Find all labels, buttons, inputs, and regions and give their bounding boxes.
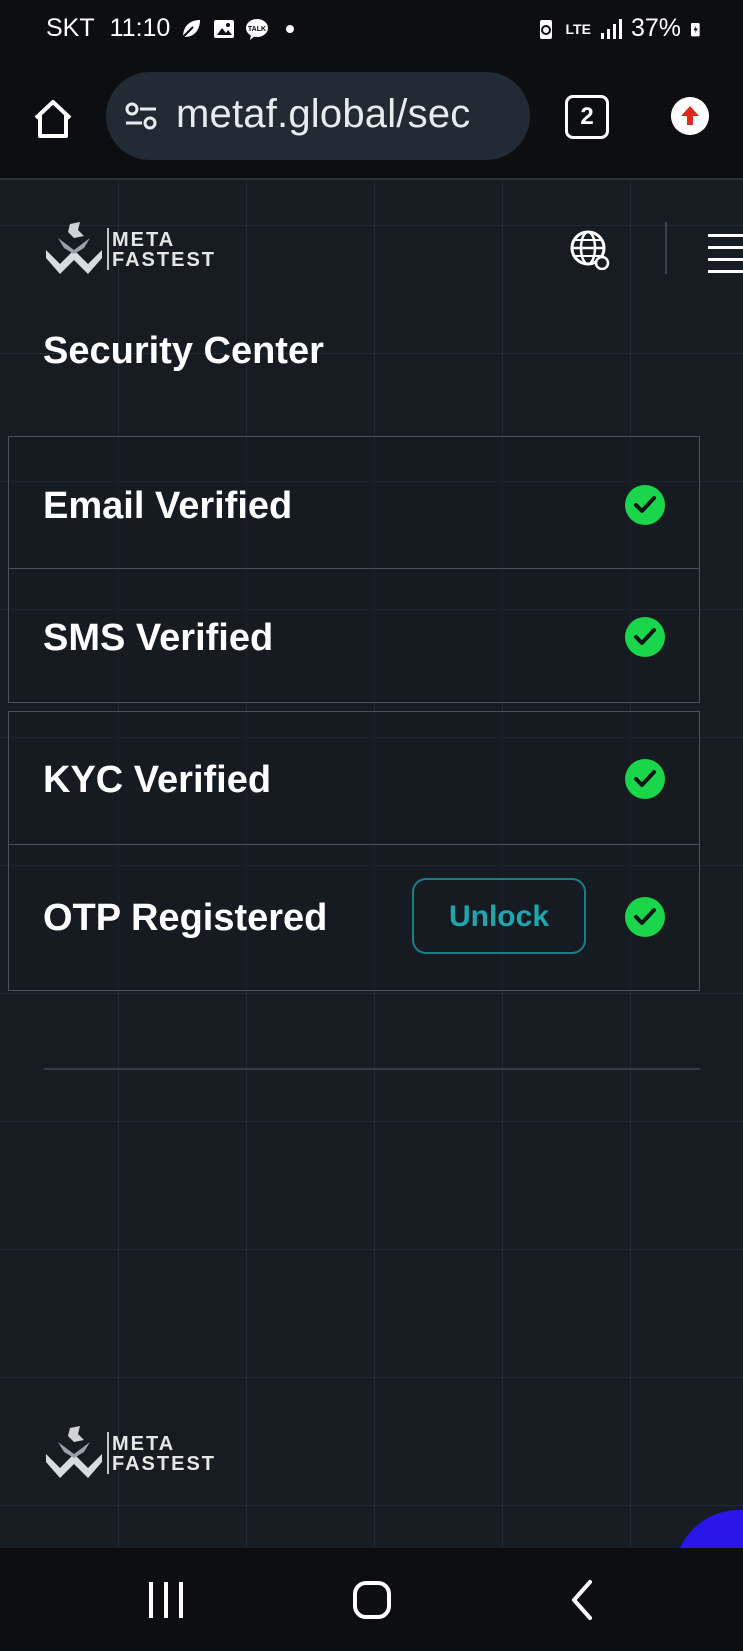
- back-icon[interactable]: [566, 1578, 596, 1622]
- kyc-verified-label: KYC Verified: [43, 759, 272, 801]
- footer-brand-logo[interactable]: META FASTEST: [44, 1424, 220, 1482]
- security-row-kyc: KYC Verified: [9, 712, 699, 845]
- system-navigation-bar: [0, 1548, 743, 1651]
- logo-mark-icon: [46, 1426, 102, 1478]
- security-row-sms: SMS Verified: [9, 569, 699, 702]
- page-title: Security Center: [43, 330, 324, 372]
- logo-line2: FASTEST: [112, 249, 217, 271]
- talk-icon: TALK: [246, 18, 269, 40]
- site-settings-icon[interactable]: [124, 100, 158, 132]
- status-right: LTE 37%: [534, 14, 705, 43]
- brand-logo[interactable]: META FASTEST: [44, 220, 220, 278]
- recent-apps-icon[interactable]: [147, 1578, 185, 1622]
- check-circle-icon: [625, 897, 665, 937]
- logo-line1: META: [112, 1433, 176, 1455]
- unlock-otp-button[interactable]: Unlock: [412, 878, 586, 954]
- battery-charging-icon: [691, 22, 700, 36]
- logo-mark-icon: [46, 222, 102, 274]
- browser-toolbar: metaf.global/sec 2: [0, 58, 743, 180]
- home-nav-icon[interactable]: [352, 1578, 392, 1622]
- carrier-label: SKT: [46, 14, 95, 42]
- address-bar[interactable]: metaf.global/sec: [106, 72, 530, 160]
- page-content: META FASTEST Security Center Email Verif…: [0, 180, 743, 1548]
- url-text[interactable]: metaf.global/sec: [176, 92, 470, 137]
- check-circle-icon: [625, 617, 665, 657]
- status-left: SKT 11:10 TALK: [46, 14, 302, 43]
- notification-dot-icon: [286, 24, 295, 33]
- logo-wordmark: META FASTEST: [112, 1434, 216, 1474]
- security-row-email: Email Verified: [9, 437, 699, 569]
- hamburger-menu-icon[interactable]: [708, 234, 743, 273]
- status-bar: SKT 11:10 TALK LTE 37%: [0, 0, 743, 58]
- logo-wordmark: META FASTEST: [112, 230, 216, 270]
- check-circle-icon: [625, 759, 665, 799]
- logo-divider: [107, 1432, 109, 1474]
- gallery-icon: [214, 19, 235, 38]
- network-label: LTE: [565, 20, 591, 37]
- check-circle-icon: [625, 485, 665, 525]
- svg-text:TALK: TALK: [248, 26, 266, 33]
- email-verified-label: Email Verified: [43, 485, 293, 527]
- clock: 11:10: [109, 14, 171, 42]
- logo-line2: FASTEST: [112, 1453, 217, 1475]
- security-row-otp: OTP Registered Unlock: [9, 845, 699, 990]
- update-icon[interactable]: [671, 97, 709, 135]
- tab-switcher-button[interactable]: 2: [565, 95, 609, 139]
- leaf-icon: [182, 19, 201, 38]
- logo-divider: [107, 228, 109, 270]
- home-icon[interactable]: [30, 96, 76, 142]
- security-group-contact: Email Verified SMS Verified: [8, 436, 700, 703]
- battery-percent: 37%: [630, 14, 681, 42]
- section-divider: [44, 1068, 700, 1070]
- security-group-identity: KYC Verified OTP Registered Unlock: [8, 711, 700, 991]
- battery-saver-icon: [539, 19, 552, 39]
- sms-verified-label: SMS Verified: [43, 617, 274, 659]
- header-divider: [665, 222, 667, 274]
- otp-registered-label: OTP Registered: [43, 897, 328, 939]
- logo-line1: META: [112, 229, 176, 251]
- chat-widget-button[interactable]: [674, 1510, 743, 1548]
- language-globe-icon[interactable]: [570, 230, 610, 270]
- signal-icon: [600, 18, 622, 39]
